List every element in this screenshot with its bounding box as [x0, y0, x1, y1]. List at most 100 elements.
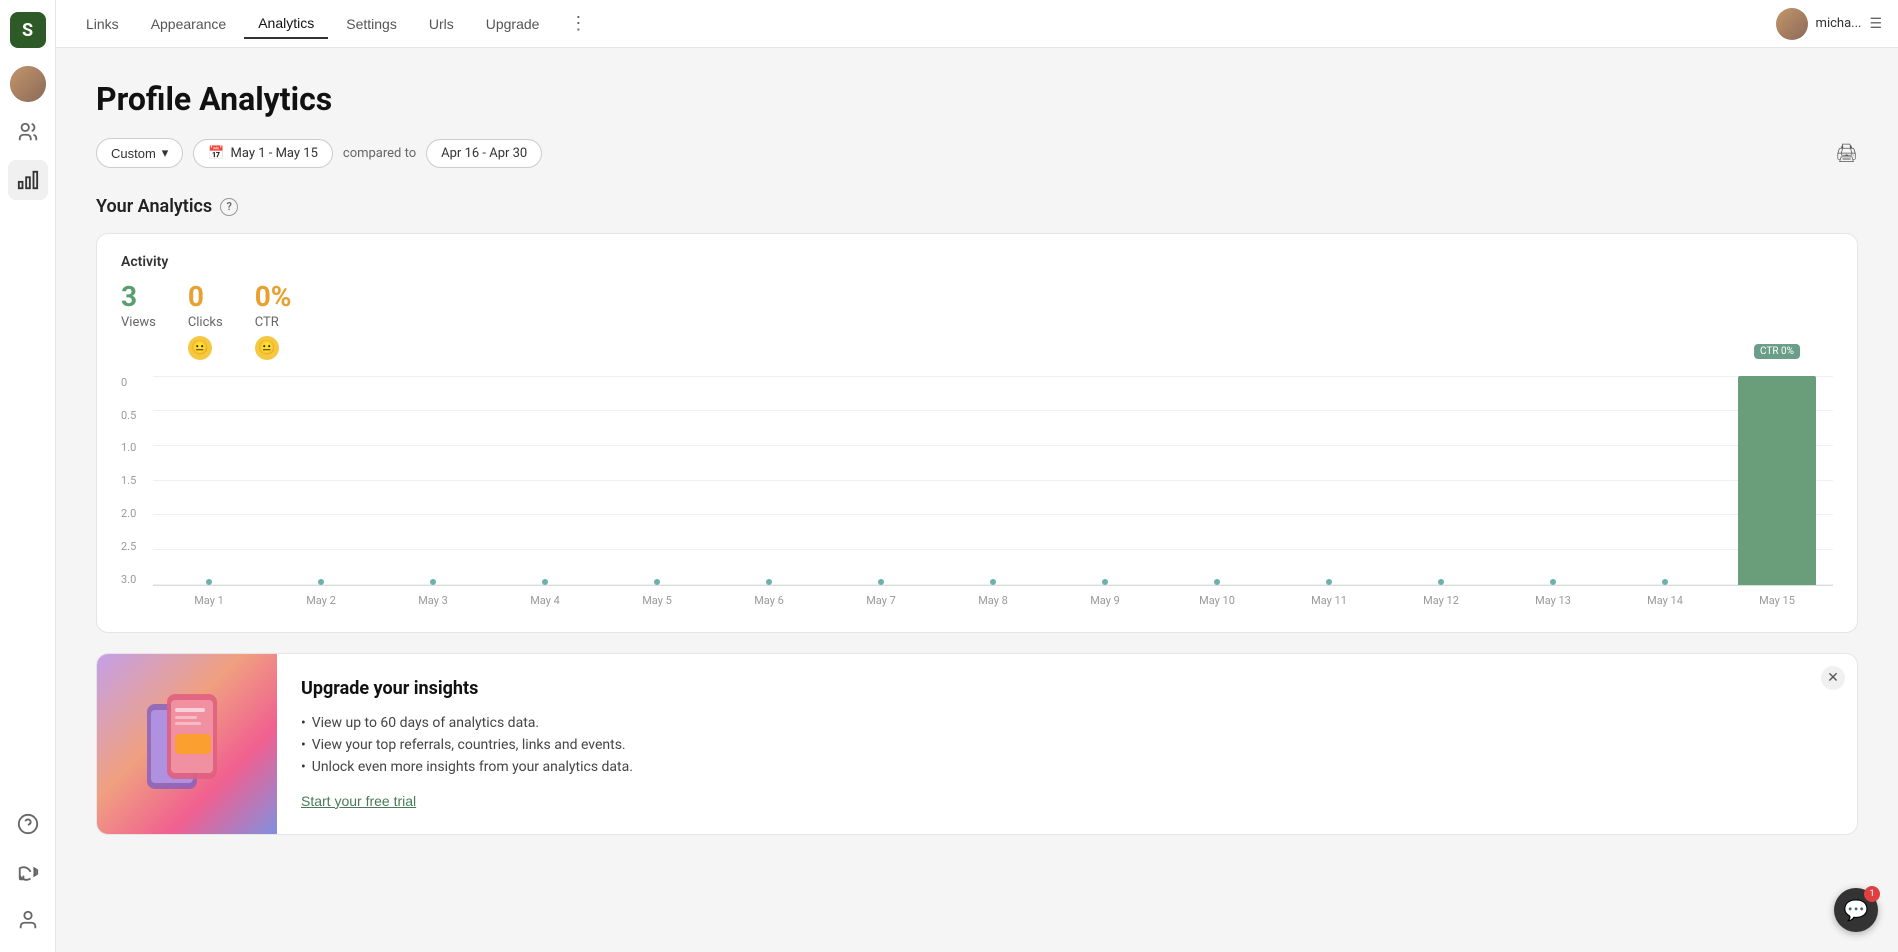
analytics-section-title: Your Analytics ?: [96, 196, 1858, 217]
x-label-may5: May 5: [601, 594, 713, 607]
x-label-may12: May 12: [1385, 594, 1497, 607]
tab-appearance[interactable]: Appearance: [137, 10, 241, 38]
ctr-value: 0%: [255, 282, 292, 313]
calendar-icon: 📅: [208, 146, 224, 161]
x-label-may2: May 2: [265, 594, 377, 607]
bar-may4: [489, 376, 601, 585]
bar-may12: [1385, 376, 1497, 585]
bar-may2: [265, 376, 377, 585]
chart-x-axis: May 1 May 2 May 3 May 4 May 5 May 6 May …: [153, 588, 1833, 616]
x-label-may6: May 6: [713, 594, 825, 607]
tab-urls[interactable]: Urls: [415, 10, 468, 38]
y-label-2: 2.0: [121, 507, 149, 520]
y-label-0: 0: [121, 376, 149, 389]
x-label-may13: May 13: [1497, 594, 1609, 607]
bar-may8: [937, 376, 1049, 585]
bar-may11: [1273, 376, 1385, 585]
tab-links[interactable]: Links: [72, 10, 133, 38]
y-label-2_5: 2.5: [121, 540, 149, 553]
x-label-may4: May 4: [489, 594, 601, 607]
y-label-1: 1.0: [121, 441, 149, 454]
upgrade-title: Upgrade your insights: [301, 678, 1833, 699]
page-title: Profile Analytics: [96, 80, 1858, 118]
activity-card: Activity 3 Views 0 Clicks 😐 0% CTR 😐: [96, 233, 1858, 633]
tab-settings[interactable]: Settings: [332, 10, 411, 38]
activity-stats: 3 Views 0 Clicks 😐 0% CTR 😐: [121, 282, 1833, 360]
bar-may15: CTR 0%: [1721, 376, 1833, 585]
bar-may10: [1161, 376, 1273, 585]
bar-may1: [153, 376, 265, 585]
sidebar-item-analytics[interactable]: [8, 160, 48, 200]
analytics-help-icon[interactable]: ?: [220, 198, 238, 216]
more-menu-icon[interactable]: ⋮: [561, 9, 595, 38]
date-range-filter[interactable]: 📅 May 1 - May 15: [193, 139, 333, 168]
y-label-1_5: 1.5: [121, 474, 149, 487]
sidebar-item-people[interactable]: [8, 112, 48, 152]
sidebar-item-megaphone[interactable]: [8, 852, 48, 892]
bar-may3: [377, 376, 489, 585]
bar-tooltip: CTR 0%: [1754, 344, 1800, 359]
upgrade-content: Upgrade your insights View up to 60 days…: [277, 654, 1857, 834]
stat-views: 3 Views: [121, 282, 156, 360]
bar-may14: [1609, 376, 1721, 585]
custom-filter-button[interactable]: Custom ▾: [96, 138, 183, 168]
filters-row: Custom ▾ 📅 May 1 - May 15 compared to Ap…: [96, 138, 1858, 168]
app-logo[interactable]: S: [10, 12, 46, 48]
chat-icon: 💬: [1844, 898, 1869, 922]
top-navigation: Links Appearance Analytics Settings Urls…: [56, 0, 1898, 48]
main-area: Links Appearance Analytics Settings Urls…: [56, 0, 1898, 952]
x-label-may10: May 10: [1161, 594, 1273, 607]
sidebar-item-user[interactable]: [8, 900, 48, 940]
x-label-may15: May 15: [1721, 594, 1833, 607]
ctr-label: CTR: [255, 315, 279, 330]
bar-may6: [713, 376, 825, 585]
tab-upgrade[interactable]: Upgrade: [472, 10, 554, 38]
x-label-may3: May 3: [377, 594, 489, 607]
activity-chart: 3.0 2.5 2.0 1.5 1.0 0.5 0: [121, 376, 1833, 616]
views-label: Views: [121, 315, 156, 330]
x-label-may11: May 11: [1273, 594, 1385, 607]
date-range-label: May 1 - May 15: [231, 146, 318, 161]
stat-ctr: 0% CTR 😐: [255, 282, 292, 360]
x-label-may1: May 1: [153, 594, 265, 607]
x-label-may9: May 9: [1049, 594, 1161, 607]
chart-bars: CTR 0%: [153, 376, 1833, 585]
y-label-0_5: 0.5: [121, 409, 149, 422]
dropdown-arrow-icon: ▾: [162, 145, 169, 161]
clicks-badge: 😐: [188, 336, 212, 360]
x-label-may8: May 8: [937, 594, 1049, 607]
clicks-label: Clicks: [188, 315, 223, 330]
username-label: micha...: [1816, 16, 1862, 31]
chart-y-axis: 3.0 2.5 2.0 1.5 1.0 0.5 0: [121, 376, 149, 586]
chat-bubble[interactable]: 💬 1: [1834, 888, 1878, 932]
upgrade-bullet-3: Unlock even more insights from your anal…: [301, 759, 1833, 775]
custom-label: Custom: [111, 146, 156, 161]
ctr-badge: 😐: [255, 336, 279, 360]
tab-analytics[interactable]: Analytics: [244, 9, 328, 39]
compared-to-label: compared to: [343, 146, 416, 161]
bar-may7: [825, 376, 937, 585]
x-label-may7: May 7: [825, 594, 937, 607]
clicks-value: 0: [188, 282, 204, 313]
main-content: Profile Analytics Custom ▾ 📅 May 1 - May…: [56, 48, 1898, 952]
upgrade-bullets: View up to 60 days of analytics data. Vi…: [301, 715, 1833, 775]
user-avatar-nav: [1776, 8, 1808, 40]
upgrade-bullet-2: View your top referrals, countries, link…: [301, 737, 1833, 753]
bar-may9: [1049, 376, 1161, 585]
sidebar-item-help[interactable]: [8, 804, 48, 844]
views-value: 3: [121, 282, 137, 313]
activity-label: Activity: [121, 254, 1833, 270]
stat-clicks: 0 Clicks 😐: [188, 282, 223, 360]
bar-may5: [601, 376, 713, 585]
upgrade-bullet-1: View up to 60 days of analytics data.: [301, 715, 1833, 731]
upgrade-close-button[interactable]: ✕: [1821, 666, 1845, 690]
chart-plot-area: CTR 0%: [153, 376, 1833, 586]
user-menu-icon: ☰: [1869, 16, 1882, 32]
comparison-range-label[interactable]: Apr 16 - Apr 30: [426, 139, 542, 168]
upgrade-cta-button[interactable]: Start your free trial: [301, 793, 416, 809]
sidebar: S: [0, 0, 56, 952]
print-button[interactable]: 🖨: [1835, 143, 1858, 164]
user-menu[interactable]: micha... ☰: [1776, 8, 1882, 40]
sidebar-item-avatar[interactable]: [8, 64, 48, 104]
chat-badge: 1: [1864, 886, 1880, 902]
